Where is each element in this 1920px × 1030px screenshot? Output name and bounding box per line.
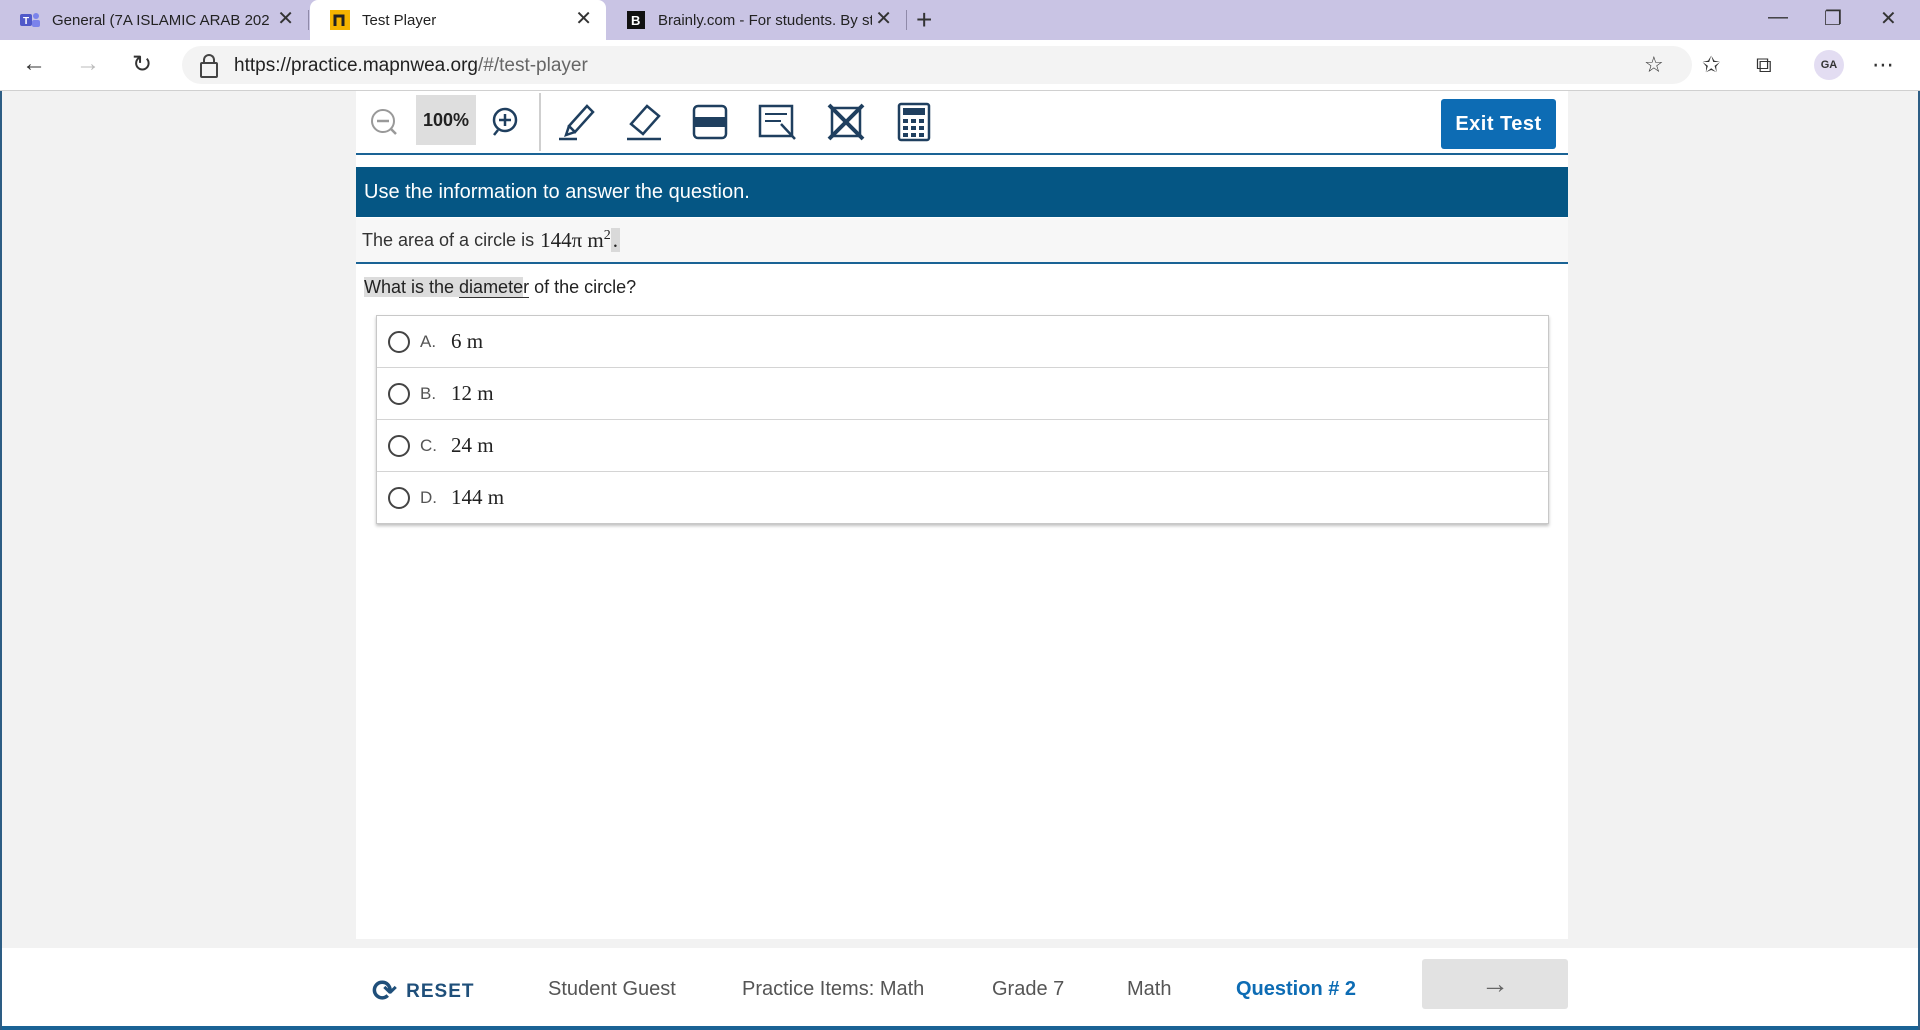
notepad-icon[interactable] xyxy=(754,99,802,145)
radio-button[interactable] xyxy=(388,382,410,405)
collections-icon[interactable]: ⧉ xyxy=(1756,52,1772,78)
restore-icon[interactable]: ❐ xyxy=(1824,6,1842,31)
tab-title: Test Player xyxy=(362,11,437,29)
choice-letter: D. xyxy=(420,487,437,507)
footer-bar: ⟳ RESET Student Guest Practice Items: Ma… xyxy=(2,948,1918,1030)
next-button[interactable]: → xyxy=(1422,959,1568,1009)
close-window-icon[interactable]: ✕ xyxy=(1880,6,1897,31)
choice-text: 12 m xyxy=(451,381,494,405)
tab-title: Brainly.com - For students. By stu xyxy=(658,11,872,29)
close-icon[interactable]: ✕ xyxy=(875,9,892,29)
refresh-icon[interactable]: ↻ xyxy=(132,50,152,79)
calculator-icon[interactable] xyxy=(890,99,938,145)
favorite-add-icon[interactable]: ☆ xyxy=(1644,52,1664,78)
stimulus: The area of a circle is 144π m2. xyxy=(356,218,1568,264)
tab-brainly[interactable]: B Brainly.com - For students. By stu ✕ xyxy=(606,0,906,40)
zoom-in-icon[interactable] xyxy=(482,99,530,145)
tab-teams[interactable]: T General (7A ISLAMIC ARAB 2020 ✕ xyxy=(0,0,308,40)
tab-title: General (7A ISLAMIC ARAB 2020 xyxy=(52,11,270,29)
back-arrow-icon[interactable]: ← xyxy=(22,50,46,78)
close-icon[interactable]: ✕ xyxy=(575,9,592,29)
line-reader-icon[interactable] xyxy=(686,99,734,145)
teams-icon: T xyxy=(20,10,40,30)
choice-a[interactable]: A. 6 m xyxy=(377,316,1548,368)
choice-text: 24 m xyxy=(451,433,494,457)
eraser-icon[interactable] xyxy=(620,99,668,145)
instruction-banner: Use the information to answer the questi… xyxy=(356,167,1568,217)
favorites-icon[interactable]: ✩ xyxy=(1702,52,1720,78)
question-number: Question # 2 xyxy=(1236,978,1357,1000)
tab-separator xyxy=(906,10,907,30)
exit-test-button[interactable]: Exit Test xyxy=(1441,99,1556,149)
svg-text:B: B xyxy=(631,13,640,28)
test-player-page: 100% Exit Test Use the information to an… xyxy=(0,91,1920,1030)
avatar[interactable]: GA xyxy=(1814,50,1844,80)
answer-choices: A. 6 m B. 12 m C. 24 m D. 144 m xyxy=(376,315,1549,524)
reset-button[interactable]: ⟳ RESET xyxy=(372,974,475,1009)
question-panel: 100% Exit Test Use the information to an… xyxy=(356,91,1568,939)
refresh-icon: ⟳ xyxy=(372,975,399,1008)
radio-button[interactable] xyxy=(388,486,410,509)
tool-bar: 100% Exit Test xyxy=(356,91,1568,155)
grade-label: Grade 7 xyxy=(992,978,1065,1000)
more-menu-icon[interactable]: ⋯ xyxy=(1872,52,1894,78)
subject-label: Math xyxy=(1127,978,1172,1000)
svg-text:T: T xyxy=(23,16,29,27)
lock-icon xyxy=(200,54,218,78)
close-icon[interactable]: ✕ xyxy=(277,9,294,29)
choice-d[interactable]: D. 144 m xyxy=(377,472,1548,523)
tab-test-player[interactable]: Test Player ✕ xyxy=(310,0,606,40)
toolbar-divider xyxy=(539,93,541,151)
answer-eliminator-icon[interactable] xyxy=(822,99,870,145)
radio-button[interactable] xyxy=(388,330,410,353)
tab-strip: T General (7A ISLAMIC ARAB 2020 ✕ Test P… xyxy=(0,0,1920,40)
forward-arrow-icon[interactable]: → xyxy=(76,50,100,78)
url-text: https://practice.mapnwea.org/#/test-play… xyxy=(234,55,588,76)
stimulus-text: The area of a circle is xyxy=(362,229,535,250)
choice-letter: B. xyxy=(420,383,437,403)
choice-letter: C. xyxy=(420,435,437,455)
radio-button[interactable] xyxy=(388,434,410,457)
choice-letter: A. xyxy=(420,331,437,351)
brainly-icon: B xyxy=(626,10,646,30)
student-name: Student Guest xyxy=(548,978,676,1000)
choice-b[interactable]: B. 12 m xyxy=(377,368,1548,420)
highlighter-icon[interactable] xyxy=(554,99,602,145)
address-bar[interactable]: https://practice.mapnwea.org/#/test-play… xyxy=(182,46,1692,84)
choice-text: 6 m xyxy=(451,329,484,353)
minimize-icon[interactable]: — xyxy=(1768,6,1788,29)
choice-text: 144 m xyxy=(451,485,505,509)
test-name: Practice Items: Math xyxy=(742,978,925,1000)
browser-toolbar: ← → ↻ https://practice.mapnwea.org/#/tes… xyxy=(0,40,1920,91)
stimulus-math: 144π m2. xyxy=(540,227,621,252)
new-tab-plus-icon[interactable]: + xyxy=(916,4,932,36)
nwea-icon xyxy=(330,10,350,30)
tab-separator xyxy=(308,10,309,30)
reset-label: RESET xyxy=(406,980,475,1002)
zoom-level: 100% xyxy=(416,95,476,145)
question-stem: What is the diameter of the circle? xyxy=(364,277,637,298)
choice-c[interactable]: C. 24 m xyxy=(377,420,1548,472)
zoom-out-icon[interactable] xyxy=(360,99,408,145)
